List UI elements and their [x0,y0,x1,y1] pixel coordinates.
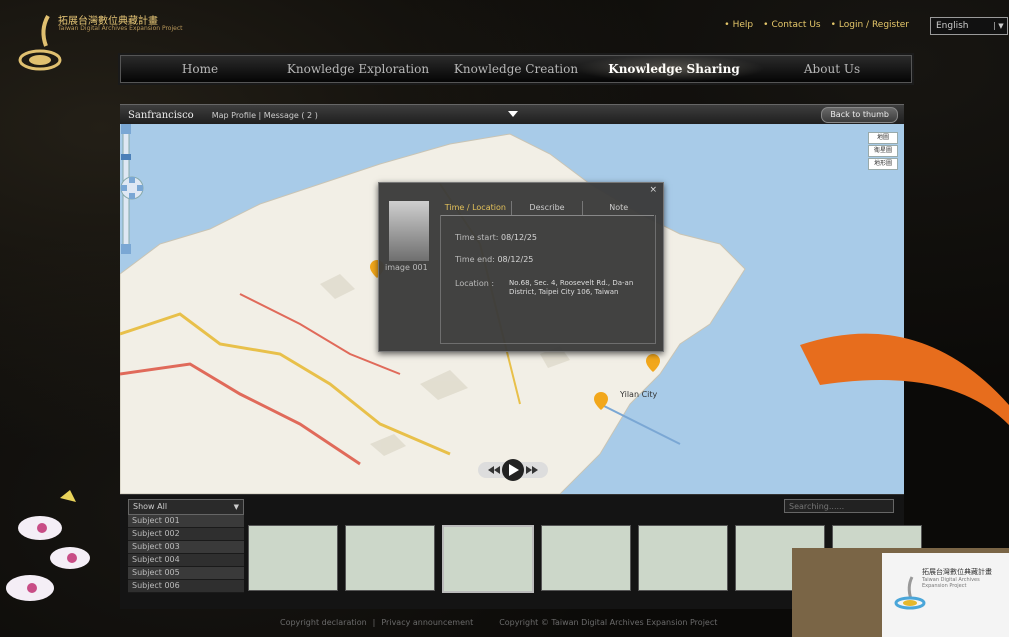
time-start-label: Time start: [455,233,499,242]
chevron-down-icon: ▼ [233,503,239,511]
thumbnail-panel: Show All ▼ Subject 001 Subject 002 Subjec… [120,494,922,609]
subject-option[interactable]: Subject 001 [128,515,244,528]
nav-knowledge-exploration[interactable]: Knowledge Exploration [279,62,437,76]
search-input[interactable] [784,499,894,513]
popup-panel: Time start: 08/12/25 Time end: 08/12/25 … [440,215,656,344]
subject-option[interactable]: Subject 002 [128,528,244,541]
copyright-declaration-link[interactable]: Copyright declaration [280,618,367,627]
subject-option[interactable]: Subject 003 [128,541,244,554]
map-thumbnail[interactable] [248,525,338,591]
main-nav: Home Knowledge Exploration Knowledge Cre… [120,55,912,83]
map-thumbnail[interactable] [345,525,435,591]
nav-home[interactable]: Home [121,62,279,76]
map-type-terrain[interactable]: 地形圖 [868,158,898,170]
card-title: 拓展台灣數位典藏計畫 [922,568,992,576]
time-start-row: Time start: 08/12/25 [455,233,537,242]
contact-link[interactable]: • Contact Us [763,20,820,30]
footer: Copyright declaration | Privacy announce… [280,618,717,627]
orange-swoosh [800,333,1009,425]
time-start-value: 08/12/25 [501,233,537,242]
logo-card-white: 拓展台灣數位典藏計畫 Taiwan Digital Archives Expan… [882,553,1009,637]
subject-option[interactable]: Subject 006 [128,580,244,593]
help-link[interactable]: • Help [724,20,753,30]
map-type-map[interactable]: 地圖 [868,132,898,144]
close-icon[interactable]: × [649,185,657,195]
map-type-satellite[interactable]: 衛星圖 [868,145,898,157]
footer-owner: Copyright © Taiwan Digital Archives Expa… [499,618,718,627]
subject-filter[interactable]: Show All ▼ [128,499,244,515]
map-toolbar: Sanfrancisco Map Profile | Message ( 2 )… [120,104,904,125]
player-controls [478,459,548,481]
info-popup: × image 001 Time / Location Describe Not… [378,182,664,352]
location-label: Location : [455,279,495,288]
map-thumbnail[interactable] [442,525,534,593]
language-value: English [936,21,969,31]
login-link[interactable]: • Login / Register [831,20,909,30]
language-select[interactable]: English ▼ [930,17,1008,35]
pan-control-icon[interactable] [120,176,144,200]
logo-subtitle: Taiwan Digital Archives Expansion Projec… [58,25,183,32]
nav-knowledge-creation[interactable]: Knowledge Creation [437,62,595,76]
map-pin-icon[interactable] [646,354,660,372]
logo-card: 拓展台灣數位典藏計畫 Taiwan Digital Archives Expan… [792,548,1009,637]
location-title: Sanfrancisco [128,109,194,121]
subject-dropdown: Show All ▼ Subject 001 Subject 002 Subjec… [128,499,244,593]
footer-divider: | [372,618,376,627]
card-subtitle: Taiwan Digital Archives Expansion Projec… [922,577,980,589]
map-type-controls: 地圖 衛星圖 地形圖 [868,132,898,171]
back-to-thumb-button[interactable]: Back to thumb [821,107,898,123]
tab-note[interactable]: Note [583,201,654,215]
subject-option[interactable]: Subject 005 [128,567,244,580]
top-links: • Help • Contact Us • Login / Register [724,20,909,30]
map-profile-links[interactable]: Map Profile | Message ( 2 ) [212,111,318,120]
chevron-down-icon: ▼ [994,22,1007,30]
location-value: No.68, Sec. 4, Roosevelt Rd., Da-an Dist… [509,279,634,296]
tab-time-location[interactable]: Time / Location [440,201,512,215]
map-thumbnail[interactable] [638,525,728,591]
nav-about-us[interactable]: About Us [753,62,911,76]
tab-describe[interactable]: Describe [512,201,584,215]
time-end-label: Time end: [455,255,495,264]
map-label-yilan: Yilan City [620,390,658,399]
nav-knowledge-sharing[interactable]: Knowledge Sharing [595,62,753,76]
map-thumbnail[interactable] [541,525,631,591]
time-end-row: Time end: 08/12/25 [455,255,533,264]
popup-thumbnail[interactable] [389,201,429,261]
subject-filter-value: Show All [133,502,168,511]
privacy-link[interactable]: Privacy announcement [381,618,473,627]
orchid-decoration [6,490,90,601]
time-end-value: 08/12/25 [497,255,534,264]
popup-tabs: Time / Location Describe Note [440,201,654,216]
subject-option[interactable]: Subject 004 [128,554,244,567]
thumbnail-caption: image 001 [385,263,428,272]
expand-triangle-icon[interactable] [508,111,518,117]
map-pin-icon[interactable] [594,392,608,410]
